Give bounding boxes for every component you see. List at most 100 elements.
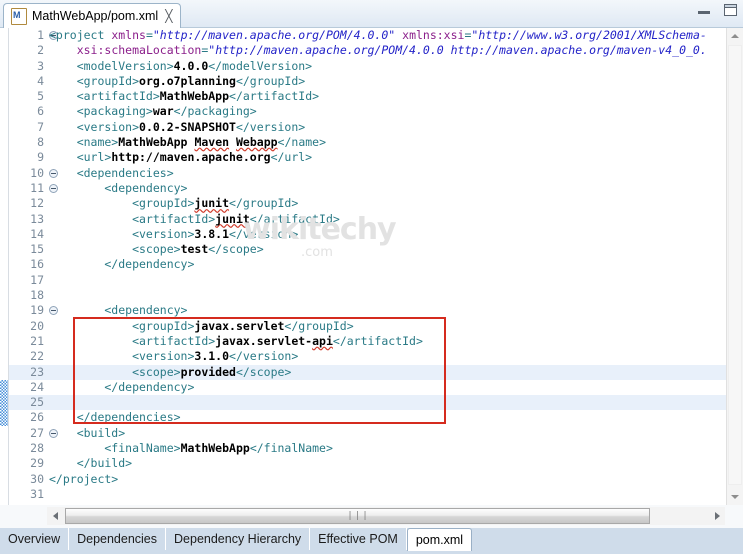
editor-tab-pom-xml[interactable]: MathWebApp/pom.xml ╳ <box>3 3 181 28</box>
horizontal-scrollbar[interactable]: ❘❘❘ <box>47 507 725 525</box>
code-token: 4.0.0 <box>174 59 209 73</box>
code-line[interactable]: <scope>provided</scope> <box>47 365 743 380</box>
scroll-right-icon[interactable] <box>710 509 724 523</box>
code-line[interactable]: <packaging>war</packaging> <box>47 104 743 119</box>
code-line[interactable]: <build> <box>47 426 743 441</box>
line-number: 2 <box>9 43 47 58</box>
code-token: <groupId> <box>49 74 139 88</box>
code-token: <artifactId> <box>49 212 215 226</box>
code-token: </project> <box>49 472 118 486</box>
code-token: </groupId> <box>229 196 298 210</box>
code-token: <version> <box>49 349 194 363</box>
page-tab-effective-pom[interactable]: Effective POM <box>310 528 407 550</box>
minimize-icon[interactable] <box>698 5 710 15</box>
line-number: 25 <box>9 395 47 410</box>
code-token: <dependencies> <box>49 166 174 180</box>
scroll-down-icon[interactable] <box>727 489 743 505</box>
code-token: junit <box>194 196 229 210</box>
eclipse-pom-editor-window: MathWebApp/pom.xml ╳ 1234567891011121314… <box>0 0 743 554</box>
code-line[interactable]: <finalName>MathWebApp</finalName> <box>47 441 743 456</box>
page-tab-overview[interactable]: Overview <box>0 528 69 550</box>
code-line[interactable]: <modelVersion>4.0.0</modelVersion> <box>47 59 743 74</box>
code-token: junit <box>215 212 250 226</box>
code-line[interactable]: <artifactId>MathWebApp</artifactId> <box>47 89 743 104</box>
code-line[interactable] <box>47 487 743 502</box>
line-number: 20 <box>9 319 47 334</box>
code-token: </url> <box>271 150 313 164</box>
line-number: 5 <box>9 89 47 104</box>
code-token: </version> <box>229 227 298 241</box>
code-token: http://maven.apache.org <box>111 150 270 164</box>
line-number: 9 <box>9 150 47 165</box>
code-line[interactable]: <dependency> <box>47 181 743 196</box>
code-token: </scope> <box>236 365 291 379</box>
code-token: Webapp <box>236 135 278 149</box>
code-line[interactable]: <groupId>org.o7planning</groupId> <box>47 74 743 89</box>
code-token <box>49 43 77 57</box>
code-token: MathWebApp <box>181 441 250 455</box>
line-number: 15 <box>9 242 47 257</box>
page-tabs-filler <box>472 528 743 550</box>
vertical-scrollbar-thumb[interactable] <box>728 45 742 485</box>
scroll-left-icon[interactable] <box>48 509 62 523</box>
scroll-up-icon[interactable] <box>727 28 743 44</box>
code-line[interactable]: <version>0.0.2-SNAPSHOT</version> <box>47 120 743 135</box>
line-number: 26 <box>9 410 47 425</box>
close-icon[interactable]: ╳ <box>165 10 172 22</box>
page-tab-dependency-hierarchy[interactable]: Dependency Hierarchy <box>166 528 310 550</box>
code-token: xsi:schemaLocation <box>77 43 202 57</box>
code-token: "http://maven.apache.org/POM/4.0.0 http:… <box>208 43 707 57</box>
code-token: <scope> <box>49 365 181 379</box>
code-line[interactable]: <groupId>javax.servlet</groupId> <box>47 319 743 334</box>
code-token: </dependency> <box>49 257 194 271</box>
page-tab-pom-xml[interactable]: pom.xml <box>407 528 472 551</box>
code-line[interactable] <box>47 395 743 410</box>
code-line[interactable]: </build> <box>47 456 743 471</box>
code-token: api <box>312 334 333 348</box>
line-number: 21 <box>9 334 47 349</box>
code-token: <groupId> <box>49 319 194 333</box>
horizontal-scrollbar-row: ❘❘❘ <box>0 505 743 528</box>
code-line[interactable]: <artifactId>javax.servlet-api</artifactI… <box>47 334 743 349</box>
code-token: <groupId> <box>49 196 194 210</box>
code-line[interactable]: <name>MathWebApp Maven Webapp</name> <box>47 135 743 150</box>
code-line[interactable]: xsi:schemaLocation="http://maven.apache.… <box>47 43 743 58</box>
code-line[interactable]: <version>3.8.1</version> <box>47 227 743 242</box>
code-line[interactable]: <dependencies> <box>47 166 743 181</box>
code-line[interactable]: <groupId>junit</groupId> <box>47 196 743 211</box>
horizontal-scrollbar-thumb[interactable]: ❘❘❘ <box>65 508 650 524</box>
code-line[interactable]: <scope>test</scope> <box>47 242 743 257</box>
code-token: MathWebApp <box>160 89 229 103</box>
line-number: 6 <box>9 104 47 119</box>
code-line[interactable]: </dependency> <box>47 257 743 272</box>
code-text-area[interactable]: <project xmlns="http://maven.apache.org/… <box>47 28 743 505</box>
code-line[interactable]: <url>http://maven.apache.org</url> <box>47 150 743 165</box>
code-line[interactable]: </project> <box>47 472 743 487</box>
line-number: 16 <box>9 257 47 272</box>
code-line[interactable] <box>47 273 743 288</box>
code-line[interactable]: <version>3.1.0</version> <box>47 349 743 364</box>
vertical-scrollbar[interactable] <box>726 28 743 505</box>
code-token: </artifactId> <box>229 89 319 103</box>
editor-tab-bar: MathWebApp/pom.xml ╳ <box>0 0 743 28</box>
line-number: 28 <box>9 441 47 456</box>
code-line[interactable] <box>47 288 743 303</box>
page-tab-dependencies[interactable]: Dependencies <box>69 528 166 550</box>
code-line[interactable]: <project xmlns="http://maven.apache.org/… <box>47 28 743 43</box>
change-marker-strip <box>0 28 9 505</box>
code-token: <version> <box>49 120 139 134</box>
code-line[interactable]: <artifactId>junit</artifactId> <box>47 212 743 227</box>
line-number: 13 <box>9 212 47 227</box>
code-token: <build> <box>49 426 125 440</box>
line-number: 24 <box>9 380 47 395</box>
line-number-gutter: 1234567891011121314151617181920212223242… <box>9 28 47 505</box>
code-line[interactable]: </dependency> <box>47 380 743 395</box>
code-line[interactable]: <dependency> <box>47 303 743 318</box>
code-token: </artifactId> <box>250 212 340 226</box>
line-number: 12 <box>9 196 47 211</box>
line-number: 11 <box>9 181 47 196</box>
maximize-icon[interactable] <box>724 4 737 16</box>
code-token: <dependency> <box>49 181 187 195</box>
code-editor[interactable]: 1234567891011121314151617181920212223242… <box>0 28 743 505</box>
code-line[interactable]: </dependencies> <box>47 410 743 425</box>
